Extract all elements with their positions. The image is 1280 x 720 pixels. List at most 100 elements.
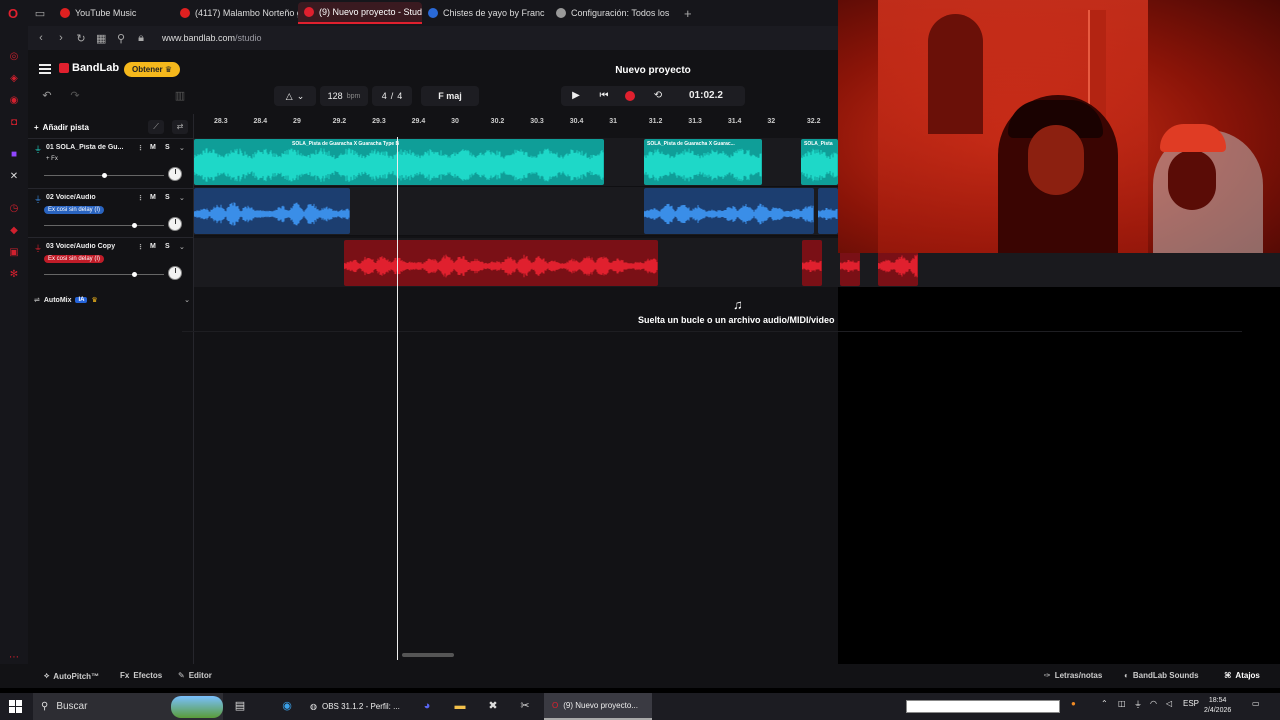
play-icon[interactable]: ▶ [569, 89, 583, 103]
project-title[interactable]: Nuevo proyecto [588, 65, 718, 76]
menu-icon[interactable] [39, 64, 51, 74]
pin-icon[interactable]: ◆ [7, 224, 21, 238]
windows-start-icon[interactable] [9, 700, 22, 713]
record-icon[interactable] [625, 91, 635, 101]
microphone-icon[interactable]: ⏚ [1134, 699, 1142, 710]
twitch-icon[interactable]: ■ [7, 148, 21, 162]
downloads-icon[interactable]: ▣ [7, 246, 21, 260]
edge-icon[interactable]: ◉ [279, 698, 295, 714]
audio-clip[interactable]: SOLA_Pista de Guaracha X Guaracha Type B [194, 139, 604, 185]
audio-clip[interactable]: SOLA_Pista [801, 139, 838, 185]
tray-app-icon[interactable]: ◫ [1118, 699, 1126, 708]
key-field[interactable]: F maj [421, 86, 479, 106]
url-field[interactable]: www.bandlab.com/studio [162, 33, 262, 43]
pan-knob[interactable] [168, 266, 182, 280]
mute-button[interactable]: M [150, 194, 156, 201]
bandlab-logo[interactable]: BandLab [59, 62, 119, 74]
x-twitter-icon[interactable]: ✕ [7, 170, 21, 184]
horizontal-scrollbar[interactable] [402, 653, 454, 657]
reload-icon[interactable]: ↻ [76, 32, 86, 45]
easy-setup-icon[interactable]: ⚲ [116, 32, 126, 45]
browser-tab[interactable]: YouTube Music [54, 2, 174, 24]
solo-button[interactable]: S [165, 194, 170, 201]
chevron-down-icon[interactable]: ⌄ [179, 194, 185, 202]
back-icon[interactable]: ‹ [36, 32, 46, 44]
shortcuts-button[interactable]: ⌘ Atajos [1224, 671, 1260, 680]
redo-icon[interactable]: ↷ [66, 88, 84, 104]
solo-button[interactable]: S [165, 144, 170, 151]
wand-icon[interactable]: ⟋ [148, 120, 164, 134]
metronome-button[interactable]: △ ⌄ [274, 86, 316, 106]
lane-2[interactable] [194, 187, 838, 236]
language-indicator[interactable]: ESP [1183, 699, 1199, 708]
snapshot-icon[interactable]: ▦ [96, 32, 106, 45]
app-icon[interactable]: ✖ [485, 698, 501, 714]
playhead[interactable] [397, 137, 398, 660]
aria-icon[interactable]: ◎ [7, 50, 21, 64]
volume-handle[interactable] [132, 272, 137, 277]
tray-app-icon[interactable]: ● [1071, 699, 1076, 708]
audio-clip[interactable] [644, 188, 814, 234]
add-track-button[interactable]: + Añadir pista [34, 120, 89, 135]
track-settings-icon[interactable]: ⇄ [172, 120, 188, 134]
undo-icon[interactable]: ↶ [38, 88, 56, 104]
get-membership-button[interactable]: Obtener ♛ [124, 62, 181, 77]
tempo-field[interactable]: 128 bpm [320, 86, 368, 106]
file-explorer-icon[interactable]: ▬ [452, 698, 468, 714]
time-signature-field[interactable]: 4/4 [372, 86, 412, 106]
automix-row[interactable]: ⇌ AutoMix IA ♛ ⌄ [34, 296, 190, 305]
pan-knob[interactable] [168, 217, 182, 231]
audio-clip[interactable] [818, 188, 838, 234]
volume-slider[interactable] [44, 272, 164, 277]
instagram-icon[interactable]: ◘ [7, 116, 21, 130]
forward-icon[interactable]: › [56, 32, 66, 44]
bag-icon[interactable]: ◈ [7, 72, 21, 86]
effects-button[interactable]: Fx Efectos [120, 671, 162, 680]
track-header-1[interactable]: ⏚ 01 SOLA_Pista de Gu... ⋮ M S ⌄ + Fx [28, 138, 194, 187]
track-header-2[interactable]: ⏚ 02 Voice/Audio ⋮ M S ⌄ Ex cosi sin del… [28, 188, 194, 237]
tray-chevron-up-icon[interactable]: ⌃ [1101, 699, 1108, 708]
autopitch-button[interactable]: ⟡ AutoPitch™ [44, 671, 99, 681]
lane-1[interactable]: SOLA_Pista de Guaracha X Guaracha Type B… [194, 138, 838, 187]
add-fx-button[interactable]: + Fx [46, 156, 58, 162]
more-icon[interactable]: ⋮ [137, 243, 144, 251]
tray-input-box[interactable] [906, 700, 1060, 713]
editor-button[interactable]: ✎ Editor [178, 671, 212, 680]
chevron-down-icon[interactable]: ⌄ [179, 144, 185, 152]
chevron-down-icon[interactable]: ⌄ [179, 243, 185, 251]
lyrics-button[interactable]: ✑ Letras/notas [1044, 671, 1102, 680]
track-name[interactable]: 03 Voice/Audio Copy [46, 243, 128, 250]
volume-handle[interactable] [102, 173, 107, 178]
discord-icon[interactable]: ◕ [419, 698, 435, 714]
wifi-icon[interactable]: ◠ [1150, 699, 1157, 708]
more-icon[interactable]: ⋮ [137, 194, 144, 202]
tab-manager-icon[interactable]: ▭ [26, 0, 54, 26]
settings-icon[interactable]: ✻ [7, 268, 21, 282]
skip-back-icon[interactable]: ⏮︎ [597, 89, 611, 103]
messenger-icon[interactable]: ◉ [7, 94, 21, 108]
audio-clip[interactable] [802, 240, 822, 286]
browser-tab[interactable]: Configuración: Todos los [550, 2, 678, 24]
browser-tab[interactable]: (4117) Malambo Norteño g [174, 2, 298, 24]
track-name[interactable]: 01 SOLA_Pista de Gu... [46, 144, 128, 151]
gx-icon[interactable]: ⋯ [7, 651, 21, 665]
mute-button[interactable]: M [150, 144, 156, 151]
track-name[interactable]: 02 Voice/Audio [46, 194, 128, 201]
clock[interactable]: 18:54 2/4/2026 [1204, 696, 1231, 716]
audio-clip[interactable] [194, 188, 350, 234]
browser-tab-active[interactable]: (9) Nuevo proyecto - Stud [298, 2, 422, 24]
browser-tab[interactable]: Chistes de yayo by Franc [422, 2, 550, 24]
new-tab-button[interactable]: + [678, 6, 698, 21]
volume-slider[interactable] [44, 173, 164, 178]
opera-logo-icon[interactable]: O [0, 0, 26, 26]
audio-clip[interactable]: SOLA_Pista de Guaracha X Guarac... [644, 139, 762, 185]
capcut-icon[interactable]: ✂ [517, 698, 533, 714]
volume-handle[interactable] [132, 223, 137, 228]
track-header-3[interactable]: ⏚ 03 Voice/Audio Copy ⋮ M S ⌄ Ex cosi si… [28, 237, 194, 286]
solo-button[interactable]: S [165, 243, 170, 250]
fx-preset-badge[interactable]: Ex cosi sin delay (I) [44, 255, 105, 263]
volume-icon[interactable]: ◁ [1166, 699, 1172, 708]
notifications-icon[interactable]: ▭ [1252, 699, 1260, 708]
drop-zone[interactable] [182, 288, 1242, 332]
fx-preset-badge[interactable]: Ex cosi sin delay (I) [44, 206, 105, 214]
